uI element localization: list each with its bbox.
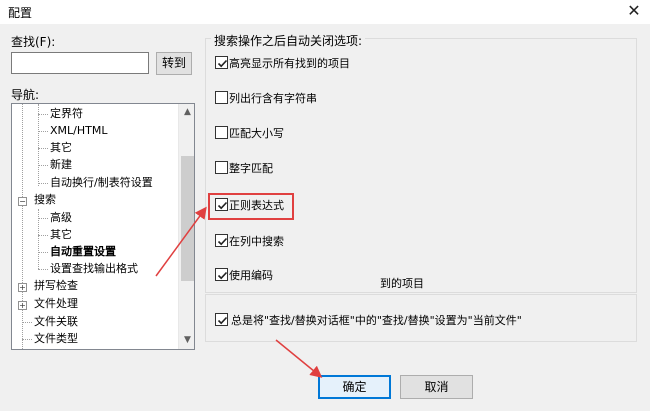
arrow-to-regex xyxy=(155,206,207,277)
arrow-to-ok xyxy=(275,339,323,378)
annotation-arrows xyxy=(155,206,323,378)
